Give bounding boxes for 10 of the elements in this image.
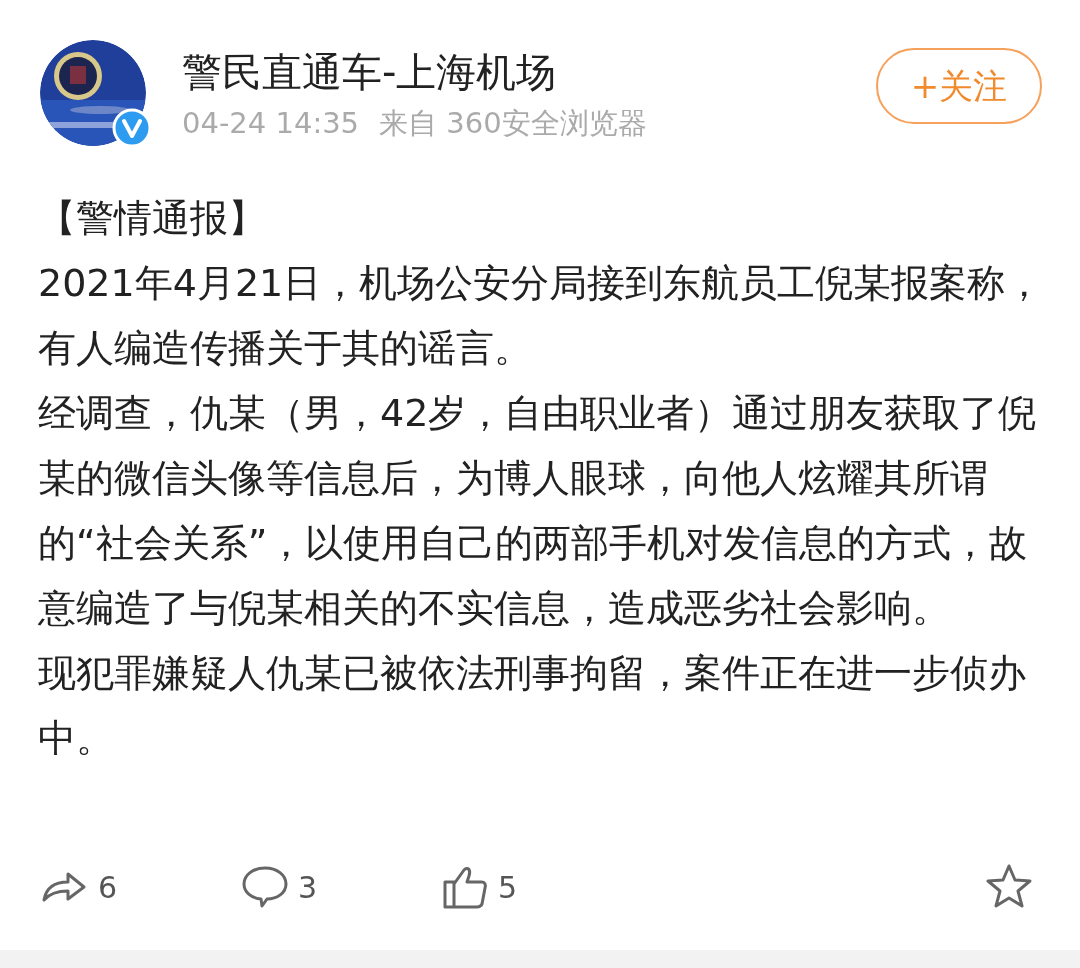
action-count: 5 — [498, 868, 518, 907]
author-name[interactable]: 警民直通车-上海机场 — [182, 46, 876, 98]
post-paragraph: 2021年4月21日，机场公安分局接到东航员工倪某报案称，有人编造传播关于其的谣言。 — [38, 260, 1045, 372]
post-paragraph: 现犯罪嫌疑人仇某已被依法刑事拘留，案件正在进一步侦办中。 — [38, 650, 1027, 762]
action-count: 6 — [98, 868, 118, 907]
post-time: 04-24 14:35 — [182, 105, 360, 142]
post-paragraph: 经调查，仇某（男，42岁，自由职业者）通过朋友获取了倪某的微信头像等信息后，为博人眼球，向他人炫耀其所谓的“社会关系”，以使用自己的两部手机对发信息的方式，故意编造了与倪某相关的不实信息，造成恶劣社会影响。 — [38, 390, 1038, 632]
post-title: 【警情通报】 — [38, 195, 267, 242]
action-count: 3 — [298, 868, 318, 907]
post-source: 来自 360安全浏览器 — [379, 105, 647, 142]
